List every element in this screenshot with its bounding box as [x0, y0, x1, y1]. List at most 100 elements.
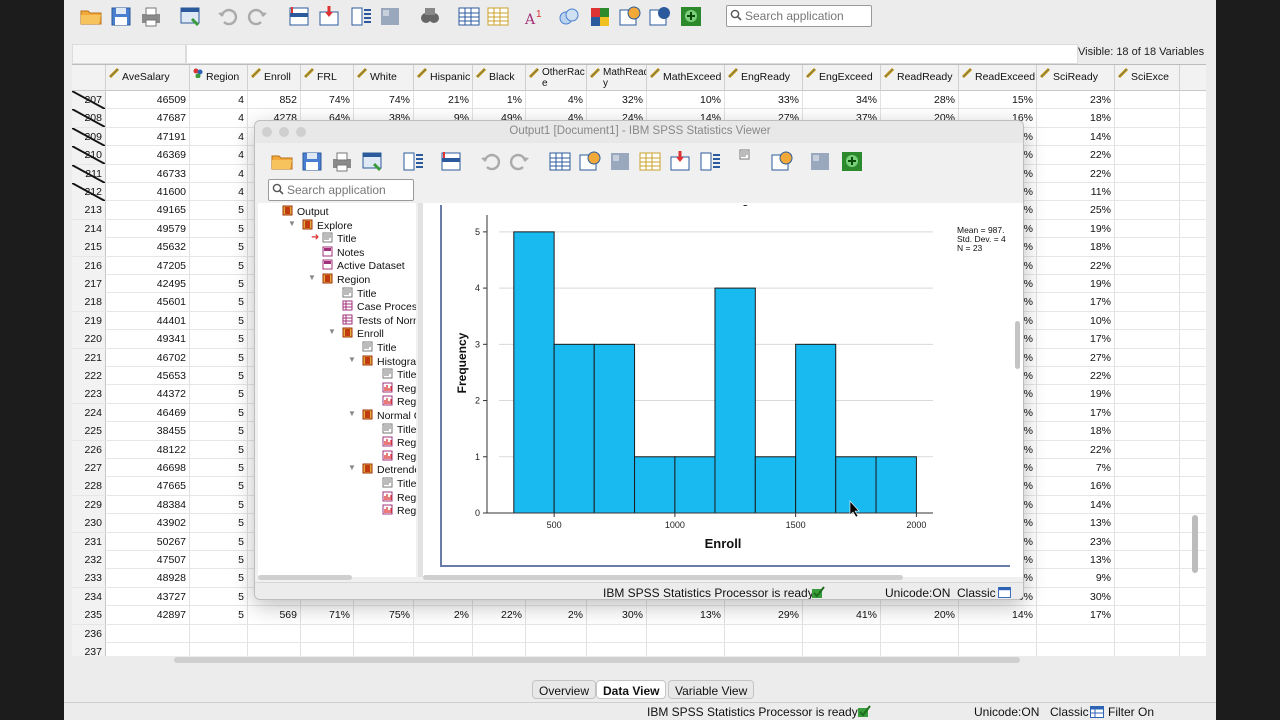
- viewer-split-file-button[interactable]: [807, 149, 833, 173]
- data-cell[interactable]: [248, 624, 301, 643]
- row-number[interactable]: 225: [72, 422, 106, 441]
- tab-overview[interactable]: Overview: [532, 680, 597, 699]
- data-cell[interactable]: 4: [190, 109, 248, 128]
- data-cell[interactable]: [1115, 569, 1180, 588]
- data-cell[interactable]: [354, 624, 414, 643]
- data-cell[interactable]: 5: [190, 385, 248, 404]
- viewer-variables-button[interactable]: [400, 149, 426, 173]
- data-cell[interactable]: [526, 624, 587, 643]
- data-cell[interactable]: 4: [190, 127, 248, 146]
- row-number[interactable]: 216: [72, 256, 106, 275]
- data-cell[interactable]: 5: [190, 477, 248, 496]
- data-cell[interactable]: [1115, 275, 1180, 293]
- column-header-engexceed[interactable]: EngExceed: [803, 65, 881, 91]
- data-cell[interactable]: 46509: [106, 91, 190, 109]
- data-cell[interactable]: 19%: [1037, 275, 1115, 293]
- data-cell[interactable]: 5: [190, 569, 248, 588]
- data-cell[interactable]: 41%: [803, 606, 881, 625]
- data-cell[interactable]: 43727: [106, 587, 190, 606]
- outline-node[interactable]: ➜ Title: [311, 232, 356, 245]
- data-cell[interactable]: 17%: [1037, 403, 1115, 422]
- data-cell[interactable]: 13%: [1037, 551, 1115, 569]
- data-cell[interactable]: 5: [190, 606, 248, 625]
- viewer-undo-button[interactable]: [477, 149, 503, 173]
- data-cell[interactable]: 2%: [526, 606, 587, 625]
- data-cell[interactable]: 25%: [1037, 201, 1115, 220]
- data-cell[interactable]: 49579: [106, 219, 190, 238]
- data-cell[interactable]: [354, 643, 414, 656]
- recall-dialog-button[interactable]: [177, 4, 203, 28]
- data-cell[interactable]: 48122: [106, 440, 190, 459]
- insert-cases-button[interactable]: [456, 4, 482, 28]
- variables-button[interactable]: [348, 4, 374, 28]
- use-sets-button[interactable]: [587, 4, 613, 28]
- row-number[interactable]: 221: [72, 348, 106, 367]
- row-number[interactable]: 228: [72, 477, 106, 496]
- outline-node[interactable]: Regio: [382, 450, 416, 463]
- spell-button[interactable]: [647, 4, 673, 28]
- data-cell[interactable]: 569: [248, 606, 301, 625]
- tab-variable-view[interactable]: Variable View: [668, 680, 755, 699]
- data-cell[interactable]: [1115, 422, 1180, 441]
- data-cell[interactable]: 5: [190, 459, 248, 477]
- data-cell[interactable]: 5: [190, 348, 248, 367]
- expand-toggle-icon[interactable]: ▼: [328, 327, 336, 336]
- data-cell[interactable]: [1115, 127, 1180, 146]
- data-cell[interactable]: 71%: [301, 606, 354, 625]
- outline-node[interactable]: Regio: [382, 504, 416, 517]
- data-cell[interactable]: 45601: [106, 293, 190, 312]
- data-cell[interactable]: 17%: [1037, 330, 1115, 349]
- histogram-bar[interactable]: [593, 343, 636, 514]
- column-header-mathready[interactable]: MathRead y: [587, 65, 647, 91]
- data-cell[interactable]: 44401: [106, 311, 190, 330]
- data-cell[interactable]: 5: [190, 514, 248, 533]
- data-cell[interactable]: [1037, 643, 1115, 656]
- data-cell[interactable]: 5: [190, 201, 248, 220]
- row-number[interactable]: 235: [72, 606, 106, 625]
- data-cell[interactable]: [1115, 367, 1180, 385]
- data-cell[interactable]: 47191: [106, 127, 190, 146]
- minimize-window-button[interactable]: [279, 127, 289, 137]
- data-cell[interactable]: 48384: [106, 495, 190, 514]
- data-cell[interactable]: 22%: [1037, 440, 1115, 459]
- viewer-insert-cases-button[interactable]: [547, 149, 573, 173]
- data-cell[interactable]: 19%: [1037, 219, 1115, 238]
- column-header-readready[interactable]: ReadReady: [881, 65, 959, 91]
- data-cell[interactable]: 4: [190, 146, 248, 165]
- data-cell[interactable]: [190, 624, 248, 643]
- data-cell[interactable]: 5: [190, 256, 248, 275]
- data-cell[interactable]: 20%: [881, 606, 959, 625]
- outline-node[interactable]: ▼ Enroll: [328, 327, 384, 340]
- data-cell[interactable]: [881, 643, 959, 656]
- expand-toggle-icon[interactable]: ▼: [348, 463, 356, 472]
- data-cell[interactable]: 49165: [106, 201, 190, 220]
- column-header-region[interactable]: Region: [190, 65, 248, 91]
- viewer-insert-variable-button[interactable]: [637, 149, 663, 173]
- data-cell[interactable]: [587, 624, 647, 643]
- outline-node[interactable]: Output: [282, 205, 329, 218]
- data-cell[interactable]: 5: [190, 238, 248, 257]
- column-header-black[interactable]: Black: [473, 65, 526, 91]
- table-row[interactable]: 237: [72, 643, 1206, 656]
- row-number[interactable]: 219: [72, 311, 106, 330]
- viewer-title-bar[interactable]: Output1 [Document1] - IBM SPSS Statistic…: [255, 121, 1023, 143]
- data-cell[interactable]: 11%: [1037, 183, 1115, 201]
- data-cell[interactable]: 32%: [587, 91, 647, 109]
- data-cell[interactable]: [1115, 385, 1180, 404]
- row-number[interactable]: 211: [72, 164, 106, 183]
- viewer-select-cases-button[interactable]: [769, 149, 795, 173]
- data-cell[interactable]: [1115, 514, 1180, 533]
- column-header-hispanic[interactable]: Hispanic: [414, 65, 473, 91]
- open-folder-button[interactable]: [78, 4, 104, 28]
- row-number[interactable]: 234: [72, 587, 106, 606]
- insert-variable-button[interactable]: [485, 4, 511, 28]
- data-cell[interactable]: 18%: [1037, 422, 1115, 441]
- data-cell[interactable]: 16%: [1037, 477, 1115, 496]
- data-cell[interactable]: 22%: [1037, 146, 1115, 165]
- histogram-bar[interactable]: [835, 456, 877, 514]
- data-cell[interactable]: 30%: [587, 606, 647, 625]
- row-number[interactable]: 214: [72, 219, 106, 238]
- output-viewer-window[interactable]: Output1 [Document1] - IBM SPSS Statistic…: [254, 120, 1024, 600]
- viewer-save-button[interactable]: [299, 149, 325, 173]
- corner-cell[interactable]: [72, 65, 106, 91]
